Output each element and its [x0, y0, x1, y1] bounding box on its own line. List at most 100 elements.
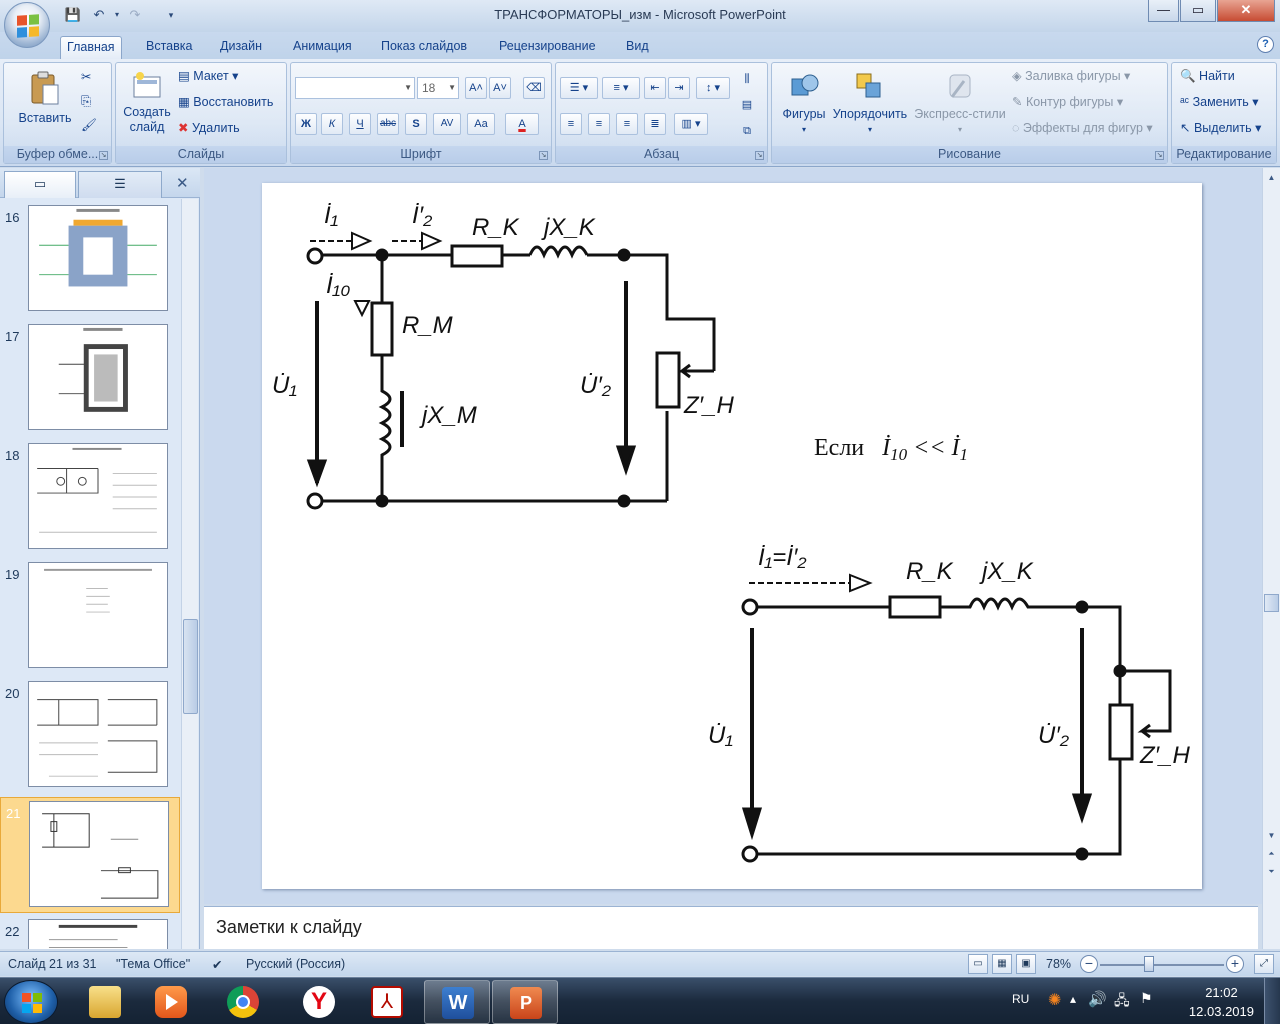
theme-name[interactable]: "Тема Office": [116, 957, 190, 971]
grow-font-icon[interactable]: A˄: [465, 77, 487, 99]
char-spacing-button[interactable]: AV: [433, 113, 461, 135]
network-icon[interactable]: 🖧: [1114, 990, 1130, 1014]
show-hidden-icons[interactable]: ▴: [1070, 992, 1076, 1006]
slide-thumbnail[interactable]: 19: [0, 559, 180, 675]
replace-button[interactable]: ᵃᶜ Заменить ▾: [1180, 92, 1258, 114]
outline-tab[interactable]: ☰: [78, 171, 162, 198]
slide-thumbnail[interactable]: 17: [0, 321, 180, 437]
slide-thumbnail[interactable]: 20: [0, 678, 180, 794]
bullets-icon[interactable]: ☰ ▾: [560, 77, 598, 99]
start-button[interactable]: [4, 980, 58, 1024]
clear-formatting-icon[interactable]: ⌫: [523, 77, 545, 99]
scroll-up-icon[interactable]: ▲: [1264, 170, 1279, 185]
tab-design[interactable]: Дизайн: [214, 36, 268, 59]
slide-canvas[interactable]: İ₁ İ′₂ R_K jX_K İ₁₀ R_M jX_M U̇₁ U̇′₂ Z′…: [262, 183, 1202, 889]
notes-pane[interactable]: Заметки к слайду: [204, 906, 1258, 949]
arrange-button[interactable]: Упорядочить ▾: [830, 71, 910, 137]
scroll-thumb[interactable]: [1264, 594, 1279, 612]
underline-button[interactable]: Ч: [349, 113, 371, 135]
tab-review[interactable]: Рецензирование: [493, 36, 602, 59]
find-button[interactable]: 🔍 Найти: [1180, 66, 1235, 88]
font-size-combo[interactable]: 18 ▼: [417, 77, 459, 99]
columns-icon[interactable]: ▥ ▾: [674, 113, 708, 135]
shapes-button[interactable]: Фигуры ▾: [776, 71, 832, 137]
action-center-icon[interactable]: ⚑: [1140, 990, 1153, 1007]
tab-slideshow[interactable]: Показ слайдов: [375, 36, 473, 59]
format-painter-icon[interactable]: 🖌: [81, 115, 97, 137]
zoom-slider[interactable]: [1100, 964, 1224, 966]
zoom-in-icon[interactable]: +: [1226, 955, 1244, 973]
taskbar-word[interactable]: W: [424, 980, 490, 1024]
taskbar-chrome[interactable]: [210, 980, 276, 1024]
tab-animation[interactable]: Анимация: [287, 36, 358, 59]
slide-thumbnail-selected[interactable]: 21: [0, 797, 180, 913]
zoom-out-icon[interactable]: −: [1080, 955, 1098, 973]
layout-button[interactable]: ▤ Макет ▾: [178, 66, 238, 88]
italic-button[interactable]: К: [321, 113, 343, 135]
bold-button[interactable]: Ж: [295, 113, 317, 135]
shadow-button[interactable]: S: [405, 113, 427, 135]
numbering-icon[interactable]: ≡ ▾: [602, 77, 640, 99]
dialog-launcher-icon[interactable]: ↘: [99, 151, 108, 160]
scroll-thumb[interactable]: [183, 619, 198, 714]
justify-icon[interactable]: ≣: [644, 113, 666, 135]
clock[interactable]: 21:02 12.03.2019: [1189, 983, 1254, 1021]
strikethrough-button[interactable]: abc: [377, 113, 399, 135]
decrease-indent-icon[interactable]: ⇤: [644, 77, 666, 99]
shape-effects-button[interactable]: ◌ Эффекты для фигур ▾: [1012, 118, 1153, 140]
taskbar-yandex[interactable]: Y: [286, 980, 352, 1024]
shape-fill-button[interactable]: ◈ Заливка фигуры ▾: [1012, 66, 1130, 88]
avast-icon[interactable]: ✺: [1048, 990, 1061, 1010]
taskbar-media-player[interactable]: [138, 980, 204, 1024]
smartart-icon[interactable]: ⧉: [736, 121, 758, 143]
new-slide-button[interactable]: Создать слайд: [118, 71, 176, 135]
reset-button[interactable]: ▦ Восстановить: [178, 92, 273, 114]
select-button[interactable]: ↖ Выделить ▾: [1180, 118, 1261, 140]
slides-panel-scrollbar[interactable]: [181, 199, 198, 949]
increase-indent-icon[interactable]: ⇥: [668, 77, 690, 99]
volume-icon[interactable]: 🔊: [1088, 990, 1107, 1008]
line-spacing-icon[interactable]: ↕ ▾: [696, 77, 730, 99]
spellcheck-icon[interactable]: ✔: [212, 957, 222, 972]
copy-icon[interactable]: ⎘: [81, 91, 91, 113]
font-name-combo[interactable]: ▼: [295, 77, 415, 99]
tab-view[interactable]: Вид: [620, 36, 655, 59]
taskbar-pdf-reader[interactable]: ⅄: [354, 980, 420, 1024]
next-slide-icon[interactable]: ⏷: [1264, 864, 1279, 879]
zoom-level[interactable]: 78%: [1046, 957, 1071, 971]
cut-icon[interactable]: ✂: [81, 67, 91, 89]
tab-insert[interactable]: Вставка: [140, 36, 198, 59]
paste-button[interactable]: Вставить: [10, 71, 80, 126]
font-color-button[interactable]: A: [505, 113, 539, 135]
align-right-icon[interactable]: ≡: [616, 113, 638, 135]
slide-sorter-icon[interactable]: ▦: [992, 954, 1012, 974]
align-text-icon[interactable]: ▤: [736, 95, 758, 117]
slide-scrollbar[interactable]: ▲ ▼ ⏶ ⏷: [1262, 168, 1280, 949]
slideshow-icon[interactable]: ▣: [1016, 954, 1036, 974]
align-center-icon[interactable]: ≡: [588, 113, 610, 135]
close-panel-icon[interactable]: ✕: [176, 174, 189, 192]
minimize-button[interactable]: —: [1148, 0, 1179, 22]
slide-thumbnail[interactable]: 18: [0, 440, 180, 556]
slide-thumbnail[interactable]: 22: [0, 916, 180, 949]
dialog-launcher-icon[interactable]: ↘: [755, 151, 764, 160]
slides-tab[interactable]: ▭: [4, 171, 76, 198]
input-language[interactable]: RU: [1012, 992, 1029, 1006]
show-desktop-button[interactable]: [1264, 978, 1280, 1024]
taskbar-explorer[interactable]: [72, 980, 138, 1024]
fit-to-window-icon[interactable]: ⤢: [1254, 954, 1274, 974]
office-button[interactable]: [4, 2, 50, 48]
delete-slide-button[interactable]: ✖ Удалить: [178, 118, 240, 140]
restore-button[interactable]: ▭: [1180, 0, 1216, 22]
shrink-font-icon[interactable]: A˅: [489, 77, 511, 99]
help-icon[interactable]: ?: [1257, 36, 1274, 53]
zoom-slider-thumb[interactable]: [1144, 956, 1154, 972]
tab-home[interactable]: Главная: [60, 36, 122, 59]
quick-styles-button[interactable]: Экспресс-стили ▾: [912, 71, 1008, 137]
close-button[interactable]: ✕: [1217, 0, 1275, 22]
dialog-launcher-icon[interactable]: ↘: [1155, 151, 1164, 160]
language-status[interactable]: Русский (Россия): [246, 957, 345, 971]
align-left-icon[interactable]: ≡: [560, 113, 582, 135]
shape-outline-button[interactable]: ✎ Контур фигуры ▾: [1012, 92, 1123, 114]
dialog-launcher-icon[interactable]: ↘: [539, 151, 548, 160]
